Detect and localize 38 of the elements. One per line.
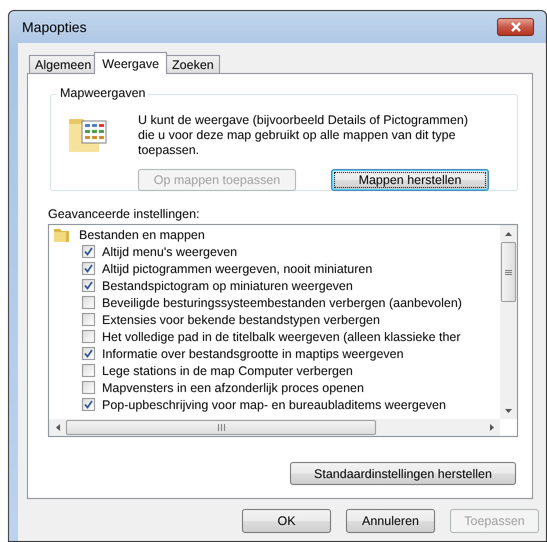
reset-folders-button[interactable]: Mappen herstellen [331,169,489,191]
restore-defaults-button[interactable]: Standaardinstellingen herstellen [290,462,516,485]
tab[interactable]: Zoeken [166,55,220,74]
checkbox[interactable] [82,313,95,326]
close-icon [510,22,522,32]
checkbox-label[interactable]: Extensies voor bekende bestandstypen verbergen [102,312,380,326]
description-text: U kunt de weergave (bijvoorbeeld Details of Pictogrammen) die u voor deze map gebruikt op alle mappen van dit type toepassen. [138,113,470,158]
horizontal-scrollbar[interactable] [49,419,500,436]
checkbox[interactable] [82,398,95,411]
checkbox[interactable] [82,245,95,258]
window-title: Mapopties [21,19,87,35]
scroll-thumb[interactable] [501,242,516,302]
cancel-button[interactable]: Annuleren [346,509,435,533]
advanced-settings-label: Geavanceerde instellingen: [48,207,200,221]
checkbox-label[interactable]: Altijd pictogrammen weergeven, nooit miniaturen [102,262,372,276]
checkbox[interactable] [82,279,95,292]
tab[interactable]: Weergave [94,52,168,74]
checkbox[interactable] [82,330,95,343]
checkbox-label[interactable]: Beveiligde besturingssysteembestanden verbergen (aanbevolen) [102,296,462,310]
checkbox-label[interactable]: Het volledige pad in de titelbalk weergeven (alleen klassieke ther [102,330,461,344]
checkbox[interactable] [82,364,95,377]
tree-item[interactable]: Bestanden en mappen [79,228,205,242]
checkbox[interactable] [82,347,95,360]
checkbox[interactable] [82,262,95,275]
scroll-thumb[interactable] [66,420,376,435]
checkbox-label[interactable]: Bestandspictogram op miniaturen weergeven [102,278,353,292]
checkbox-label[interactable]: Altijd menu's weergeven [102,244,238,258]
checkbox-label[interactable]: Lege stations in de map Computer verbergen [102,364,353,378]
vertical-scrollbar[interactable] [500,225,517,419]
checkbox-label[interactable]: Mapvensters in een afzonderlijk proces openen [102,380,364,394]
checkbox[interactable] [82,381,95,394]
folder-icon [54,228,70,242]
checkbox-label[interactable]: Informatie over bestandsgrootte in maptips weergeven [102,346,404,360]
ok-button[interactable]: OK [242,509,331,533]
group-title: Mapweergaven [57,86,148,100]
checkbox[interactable] [82,296,95,309]
checkbox-label[interactable]: Pop-upbeschrijving voor map- en bureaubladitems weergeven [102,398,446,412]
close-button[interactable] [497,18,534,36]
